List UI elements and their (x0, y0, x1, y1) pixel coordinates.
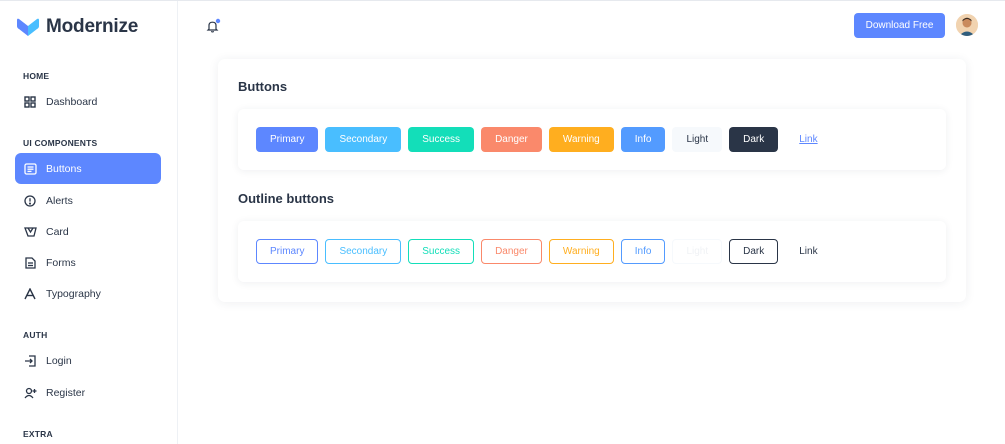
forms-icon (23, 256, 37, 270)
nav-section-home: HOME (23, 71, 50, 81)
sidebar-item-card[interactable]: Card (15, 216, 161, 247)
outline-buttons-panel: Primary Secondary Success Danger Warning… (238, 221, 946, 282)
download-free-button[interactable]: Download Free (854, 13, 945, 38)
light-button[interactable]: Light (672, 127, 723, 152)
outline-buttons-row: Primary Secondary Success Danger Warning… (256, 239, 839, 264)
secondary-button[interactable]: Secondary (325, 127, 402, 152)
sidebar-item-buttons[interactable]: Buttons (15, 153, 161, 184)
sidebar: Modernize HOME Dashboard UI COMPONENTS B… (0, 1, 178, 444)
info-button[interactable]: Info (620, 127, 666, 152)
outline-dark-button[interactable]: Dark (729, 239, 779, 264)
buttons-panel: Primary Secondary Success Danger Warning… (238, 109, 946, 170)
sidebar-item-typography[interactable]: Typography (15, 278, 161, 309)
warning-button[interactable]: Warning (548, 127, 614, 152)
dark-button[interactable]: Dark (729, 127, 779, 152)
sidebar-item-register[interactable]: Register (15, 377, 161, 408)
sidebar-item-label: Dashboard (46, 95, 98, 108)
buttons-row: Primary Secondary Success Danger Warning… (256, 127, 839, 152)
sidebar-item-label: Typography (46, 287, 101, 300)
app-name: Modernize (46, 16, 139, 37)
avatar[interactable] (956, 14, 978, 36)
nav-section-extra: EXTRA (23, 429, 53, 439)
outline-link-button[interactable]: Link (785, 239, 831, 264)
sidebar-item-label: Alerts (46, 194, 73, 207)
sidebar-item-dashboard[interactable]: Dashboard (15, 86, 161, 117)
sidebar-item-login[interactable]: Login (15, 345, 161, 376)
buttons-title: Buttons (238, 79, 288, 94)
sidebar-item-label: Forms (46, 256, 76, 269)
outline-secondary-button[interactable]: Secondary (325, 239, 402, 264)
buttons-icon (23, 162, 37, 176)
sidebar-item-label: Register (46, 386, 86, 399)
modernize-logo-icon (17, 18, 39, 36)
bell-icon[interactable] (205, 18, 221, 34)
register-icon (23, 386, 37, 400)
primary-button[interactable]: Primary (256, 127, 319, 152)
dashboard-icon (23, 95, 37, 109)
outline-info-button[interactable]: Info (620, 239, 666, 264)
outline-buttons-title: Outline buttons (238, 191, 335, 206)
alert-circle-icon (23, 194, 37, 208)
outline-danger-button[interactable]: Danger (481, 239, 542, 264)
sidebar-item-label: Buttons (46, 162, 82, 175)
nav-section-auth: AUTH (23, 330, 48, 340)
login-icon (23, 354, 37, 368)
sidebar-item-forms[interactable]: Forms (15, 247, 161, 278)
logo[interactable]: Modernize (16, 16, 138, 38)
typography-icon (23, 287, 37, 301)
sidebar-item-alerts[interactable]: Alerts (15, 185, 161, 216)
link-button[interactable]: Link (785, 127, 831, 152)
sidebar-item-label: Card (46, 225, 69, 238)
outline-warning-button[interactable]: Warning (548, 239, 614, 264)
buttons-card: Buttons Primary Secondary Success Danger… (218, 59, 966, 302)
outline-light-button[interactable]: Light (672, 239, 723, 264)
danger-button[interactable]: Danger (481, 127, 542, 152)
card-icon (23, 225, 37, 239)
nav-section-ui-components: UI COMPONENTS (23, 138, 98, 148)
outline-primary-button[interactable]: Primary (256, 239, 319, 264)
sidebar-item-label: Login (46, 354, 72, 367)
success-button[interactable]: Success (408, 127, 475, 152)
outline-success-button[interactable]: Success (408, 239, 475, 264)
